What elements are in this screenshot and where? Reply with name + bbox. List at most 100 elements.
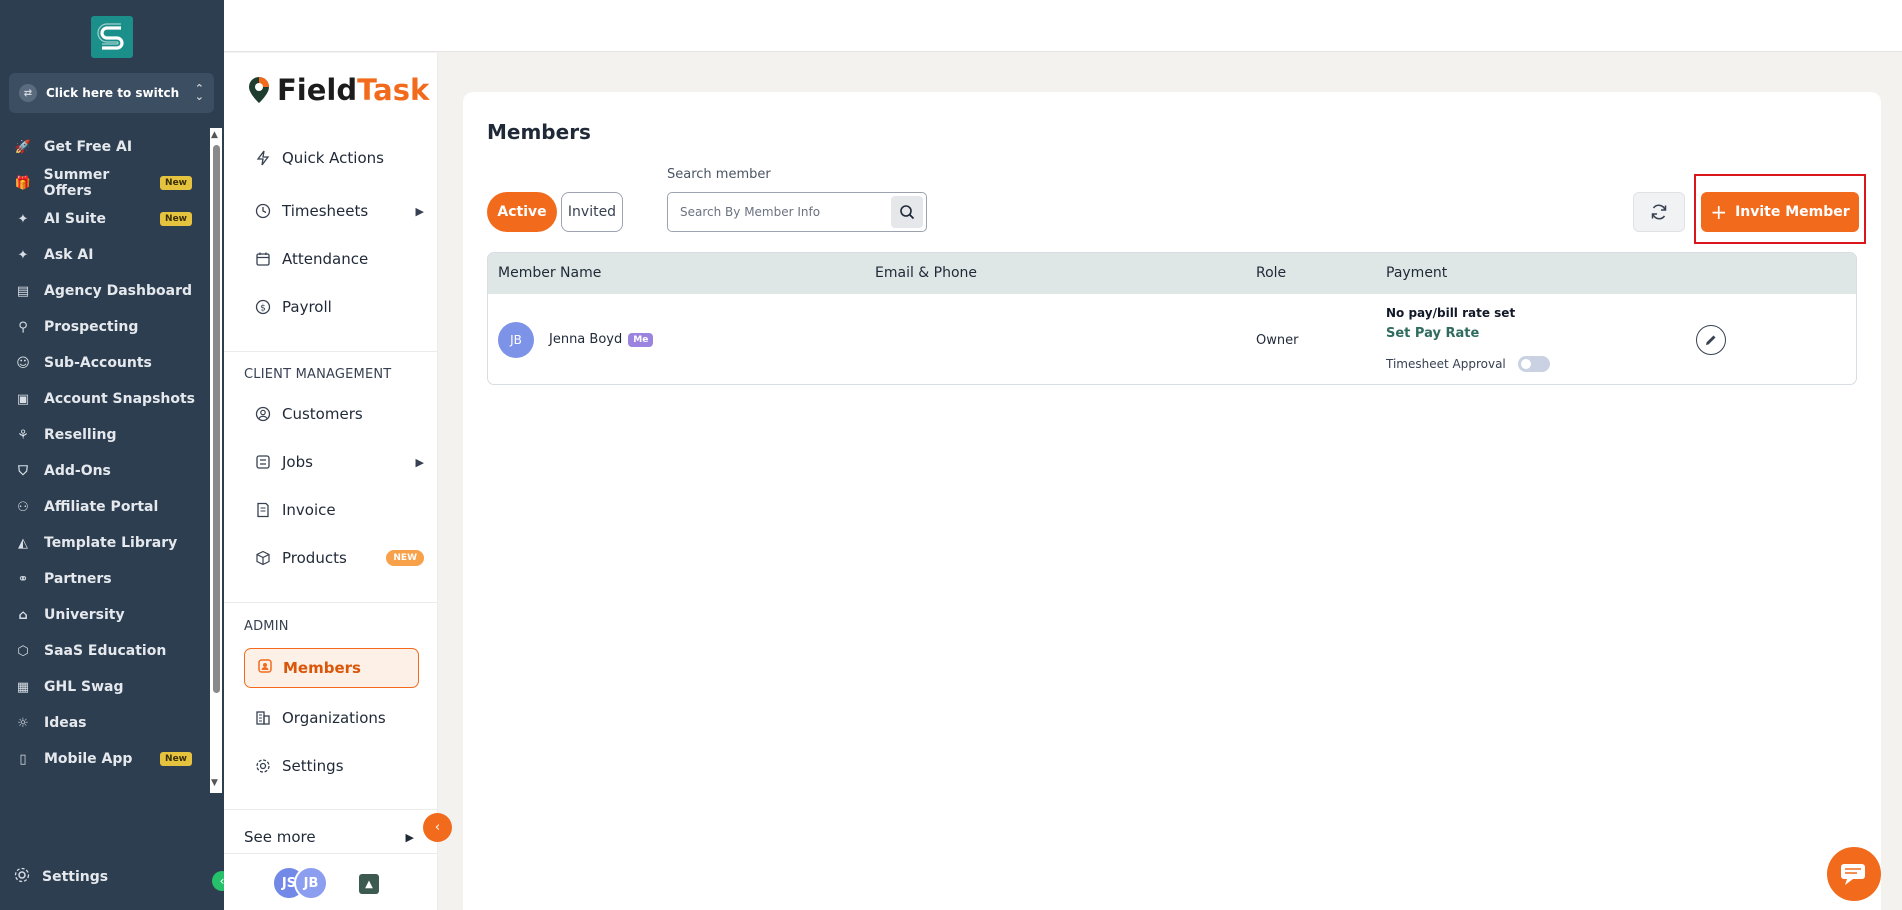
column-header-payment: Payment	[1386, 265, 1448, 281]
tab-invited[interactable]: Invited	[561, 192, 623, 232]
sidebar-item[interactable]: ▯ Mobile App New	[0, 741, 207, 777]
sidebar-item[interactable]: 🎁 Summer Offers New	[0, 165, 207, 201]
graduation-cap-icon: ⌂	[18, 607, 28, 623]
caret-right-icon: ▶	[415, 204, 424, 218]
sidebar-item[interactable]: ☺ Sub-Accounts	[0, 345, 207, 381]
chevron-up-icon[interactable]: ▲	[359, 874, 379, 894]
clock-icon	[254, 202, 272, 220]
sidebar-item[interactable]: ⚲ Prospecting	[0, 309, 207, 345]
edit-member-button[interactable]	[1696, 325, 1726, 355]
sidebar-item[interactable]: ⚭ Partners	[0, 561, 207, 597]
calendar-icon	[254, 250, 272, 268]
sidebar-item[interactable]: ◭ Template Library	[0, 525, 207, 561]
sidebar-item-label: Agency Dashboard	[44, 283, 192, 299]
pin-logo-icon	[249, 77, 269, 103]
members-label: Members	[283, 659, 361, 677]
dollar-circle-icon: $	[254, 298, 272, 316]
sidebar-item-label: SaaS Education	[44, 643, 167, 659]
set-pay-rate-link[interactable]: Set Pay Rate	[1386, 326, 1479, 341]
new-badge: New	[160, 752, 192, 766]
table-header: Member Name Email & Phone Role Payment	[488, 253, 1856, 294]
sidebar-item[interactable]: 🚀 Get Free AI	[0, 129, 207, 165]
sidebar-item[interactable]: ⚘ Reselling	[0, 417, 207, 453]
divider	[224, 809, 438, 810]
subnav-jobs[interactable]: Jobs ▶	[254, 453, 424, 471]
quick-actions-label: Quick Actions	[282, 149, 384, 167]
subnav-settings[interactable]: Settings	[254, 757, 424, 775]
search-field	[667, 192, 927, 232]
customers-label: Customers	[282, 405, 363, 423]
see-more-link[interactable]: See more ▶	[244, 828, 414, 846]
invite-member-button[interactable]: + Invite Member	[1701, 192, 1859, 232]
column-header-name: Member Name	[498, 265, 602, 281]
settings-label: Settings	[282, 757, 344, 775]
gear-icon	[254, 757, 272, 775]
sidebar-item[interactable]: ▦ GHL Swag	[0, 669, 207, 705]
logo-field-text: Field	[277, 73, 358, 107]
sidebar-item-label: University	[44, 607, 125, 623]
checklist-icon	[254, 453, 272, 471]
tab-active[interactable]: Active	[487, 192, 557, 232]
sidebar-item[interactable]: ▣ Account Snapshots	[0, 381, 207, 417]
sparkle-icon: ✦	[17, 247, 29, 263]
sidebar-settings[interactable]: Settings	[14, 867, 108, 887]
sidebar-scroll-thumb[interactable]	[213, 145, 220, 693]
table-row[interactable]: JB Jenna Boyd Me Owner No pay/bill rate …	[488, 294, 1856, 384]
attendance-label: Attendance	[282, 250, 369, 268]
sidebar-item-label: Ideas	[44, 715, 87, 731]
user-icon: ☺	[16, 355, 30, 371]
jobs-label: Jobs	[282, 453, 313, 471]
scroll-up-arrow-icon[interactable]: ▲	[211, 130, 218, 140]
column-header-email: Email & Phone	[875, 265, 978, 281]
sidebar-item[interactable]: ✦ Ask AI	[0, 237, 207, 273]
sidebar-item-label: Ask AI	[44, 247, 94, 263]
agency-logo[interactable]	[91, 16, 133, 58]
sidebar-item-label: Affiliate Portal	[44, 499, 159, 515]
subnav-members[interactable]: Members	[244, 648, 419, 688]
subnav-customers[interactable]: Customers	[254, 405, 424, 423]
sidebar-item[interactable]: ⛉ Add-Ons	[0, 453, 207, 489]
timesheet-approval: Timesheet Approval	[1386, 356, 1550, 372]
sidebar-item[interactable]: ☼ Ideas	[0, 705, 207, 741]
timesheet-approval-toggle[interactable]	[1517, 356, 1550, 372]
scroll-down-arrow-icon[interactable]: ▼	[211, 778, 218, 788]
invite-member-label: Invite Member	[1735, 204, 1850, 220]
chat-widget-button[interactable]	[1827, 847, 1881, 901]
cube-icon: ⬡	[17, 643, 29, 659]
search-input[interactable]	[680, 205, 880, 219]
sidebar-item[interactable]: ▤ Agency Dashboard	[0, 273, 207, 309]
gift-icon: 🎁	[14, 175, 31, 191]
sidebar-item[interactable]: ⚇ Affiliate Portal	[0, 489, 207, 525]
user-avatars[interactable]: JS JB	[272, 866, 328, 900]
reselling-icon: ⚘	[17, 427, 29, 443]
caret-right-icon: ▶	[405, 830, 414, 844]
subnav-collapse-button[interactable]: ‹	[423, 813, 452, 842]
sidebar-item-label: Prospecting	[44, 319, 139, 335]
fieldtask-sidebar: Field Task Quick Actions Timesheets ▶ Att…	[224, 53, 438, 910]
sidebar-item[interactable]: ⬡ SaaS Education	[0, 633, 207, 669]
bag-icon: ⛉	[18, 463, 28, 479]
subnav-organizations[interactable]: Organizations	[254, 709, 424, 727]
subnav-timesheets[interactable]: Timesheets ▶	[254, 202, 424, 220]
handshake-icon: ⚭	[17, 571, 29, 587]
account-switcher[interactable]: ⇄ Click here to switch ⌃ ⌄	[9, 73, 214, 113]
avatar[interactable]: JB	[294, 866, 328, 900]
sidebar-item[interactable]: ⌂ University	[0, 597, 207, 633]
caret-right-icon: ▶	[415, 455, 424, 469]
sidebar-item-label: Reselling	[44, 427, 117, 443]
new-badge: New	[160, 176, 192, 190]
sidebar-item[interactable]: ✦ AI Suite New	[0, 201, 207, 237]
sidebar-item-label: Summer Offers	[43, 167, 110, 199]
sidebar-item-label: Template Library	[44, 535, 178, 551]
column-header-role: Role	[1256, 265, 1287, 281]
switch-icon: ⇄	[19, 84, 37, 102]
admin-heading: ADMIN	[244, 619, 289, 634]
refresh-button[interactable]	[1633, 192, 1685, 232]
subnav-quick-actions[interactable]: Quick Actions	[254, 149, 424, 167]
subnav-invoice[interactable]: Invoice	[254, 501, 424, 519]
subnav-attendance[interactable]: Attendance	[254, 250, 424, 268]
search-button[interactable]	[891, 196, 923, 228]
subnav-products[interactable]: Products NEW	[254, 549, 424, 567]
subnav-payroll[interactable]: $ Payroll	[254, 298, 424, 316]
divider	[224, 602, 438, 603]
